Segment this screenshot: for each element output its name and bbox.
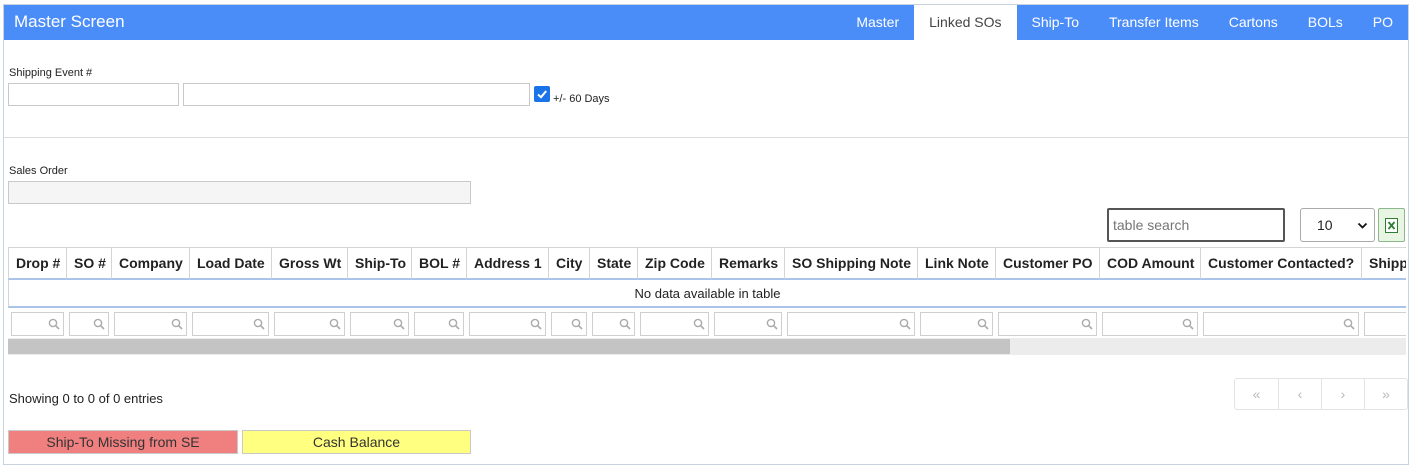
column-header-state[interactable]: State xyxy=(589,248,637,279)
search-icon xyxy=(619,318,631,330)
app-title: Master Screen xyxy=(14,12,125,31)
column-header-city[interactable]: City xyxy=(548,248,589,279)
column-header-customer-contacted[interactable]: Customer Contacted? xyxy=(1200,248,1361,279)
days-range-label: +/- 60 Days xyxy=(553,93,610,105)
column-header-ship-to[interactable]: Ship-To xyxy=(347,248,411,279)
filter-input-shipping[interactable] xyxy=(1364,312,1406,336)
column-header-so[interactable]: SO # xyxy=(66,248,111,279)
page-size-value: 10 xyxy=(1317,217,1333,233)
search-icon xyxy=(253,318,265,330)
search-icon xyxy=(393,318,405,330)
shipping-event-label: Shipping Event # xyxy=(9,67,93,79)
column-header-so-shipping-note[interactable]: SO Shipping Note xyxy=(784,248,917,279)
column-header-company[interactable]: Company xyxy=(111,248,189,279)
master-screen-panel: Master Screen Master Linked SOs Ship-To … xyxy=(3,4,1409,465)
filter-input-ship-to[interactable] xyxy=(350,312,409,336)
tab-ship-to[interactable]: Ship-To xyxy=(1017,5,1094,40)
search-icon xyxy=(530,318,542,330)
filter-input-drop[interactable] xyxy=(11,312,64,336)
sales-order-label: Sales Order xyxy=(9,165,68,177)
checkmark-icon xyxy=(537,90,547,99)
page-size-select[interactable]: 10 xyxy=(1300,208,1375,242)
search-icon xyxy=(693,318,705,330)
column-header-load-date[interactable]: Load Date xyxy=(189,248,271,279)
first-page-button[interactable]: « xyxy=(1235,379,1278,409)
table-entries-info: Showing 0 to 0 of 0 entries xyxy=(9,391,163,406)
sales-order-input[interactable] xyxy=(8,181,471,204)
header-bar: Master Screen Master Linked SOs Ship-To … xyxy=(4,5,1408,40)
chevron-down-icon xyxy=(1357,222,1368,229)
filter-input-address-1[interactable] xyxy=(469,312,546,336)
filter-input-zip-code[interactable] xyxy=(640,312,709,336)
search-icon xyxy=(977,318,989,330)
pagination: « ‹ › » xyxy=(1234,378,1408,410)
tab-cartons[interactable]: Cartons xyxy=(1214,5,1293,40)
section-divider xyxy=(4,137,1408,138)
days-range-checkbox[interactable] xyxy=(534,86,550,102)
scrollbar-thumb[interactable] xyxy=(8,339,1010,354)
table-header-row: Drop # SO # Company Load Date Gross Wt S… xyxy=(8,247,1406,280)
search-icon xyxy=(766,318,778,330)
table-search-input[interactable] xyxy=(1107,208,1285,242)
search-icon xyxy=(48,318,60,330)
tab-linked-sos[interactable]: Linked SOs xyxy=(914,5,1017,40)
column-header-address-1[interactable]: Address 1 xyxy=(466,248,548,279)
filter-input-cod-amount[interactable] xyxy=(1102,312,1198,336)
filter-input-so-shipping-note[interactable] xyxy=(787,312,915,336)
search-icon xyxy=(1343,318,1355,330)
filter-input-remarks[interactable] xyxy=(714,312,782,336)
shipping-event-description-input[interactable] xyxy=(183,83,530,106)
linked-sos-table: Drop # SO # Company Load Date Gross Wt S… xyxy=(8,247,1406,355)
search-icon xyxy=(171,318,183,330)
search-icon xyxy=(1081,318,1093,330)
tab-master[interactable]: Master xyxy=(841,5,914,40)
excel-icon xyxy=(1385,217,1398,233)
column-header-zip-code[interactable]: Zip Code xyxy=(637,248,711,279)
empty-table-message: No data available in table xyxy=(8,280,1406,308)
filter-input-link-note[interactable] xyxy=(920,312,993,336)
last-page-button[interactable]: » xyxy=(1364,379,1407,409)
tab-bols[interactable]: BOLs xyxy=(1293,5,1358,40)
horizontal-scrollbar[interactable] xyxy=(8,338,1406,355)
export-excel-button[interactable] xyxy=(1378,208,1405,242)
column-header-link-note[interactable]: Link Note xyxy=(917,248,995,279)
column-filter-row xyxy=(8,310,1406,338)
filter-input-load-date[interactable] xyxy=(192,312,269,336)
filter-input-company[interactable] xyxy=(114,312,187,336)
filter-input-state[interactable] xyxy=(592,312,635,336)
column-header-bol[interactable]: BOL # xyxy=(411,248,466,279)
search-icon xyxy=(448,318,460,330)
filter-input-gross-wt[interactable] xyxy=(274,312,345,336)
search-icon xyxy=(329,318,341,330)
filter-input-customer-contacted[interactable] xyxy=(1203,312,1359,336)
filter-input-so[interactable] xyxy=(69,312,109,336)
column-header-shipping[interactable]: Shipp xyxy=(1361,248,1406,279)
shipping-event-input[interactable] xyxy=(8,83,179,106)
legend-cash-balance: Cash Balance xyxy=(242,430,471,454)
filter-input-bol[interactable] xyxy=(414,312,464,336)
tab-po[interactable]: PO xyxy=(1358,5,1408,40)
legend-ship-to-missing: Ship-To Missing from SE xyxy=(8,430,238,454)
search-icon xyxy=(571,318,583,330)
next-page-button[interactable]: › xyxy=(1321,379,1364,409)
search-icon xyxy=(93,318,105,330)
column-header-gross-wt[interactable]: Gross Wt xyxy=(271,248,347,279)
tab-transfer-items[interactable]: Transfer Items xyxy=(1094,5,1214,40)
filter-input-city[interactable] xyxy=(551,312,587,336)
column-header-drop[interactable]: Drop # xyxy=(8,248,66,279)
column-header-remarks[interactable]: Remarks xyxy=(711,248,784,279)
filter-input-customer-po[interactable] xyxy=(998,312,1097,336)
column-header-cod-amount[interactable]: COD Amount xyxy=(1099,248,1200,279)
previous-page-button[interactable]: ‹ xyxy=(1278,379,1321,409)
search-icon xyxy=(899,318,911,330)
nav-tabs: Master Linked SOs Ship-To Transfer Items… xyxy=(841,5,1408,40)
search-icon xyxy=(1182,318,1194,330)
column-header-customer-po[interactable]: Customer PO xyxy=(995,248,1099,279)
